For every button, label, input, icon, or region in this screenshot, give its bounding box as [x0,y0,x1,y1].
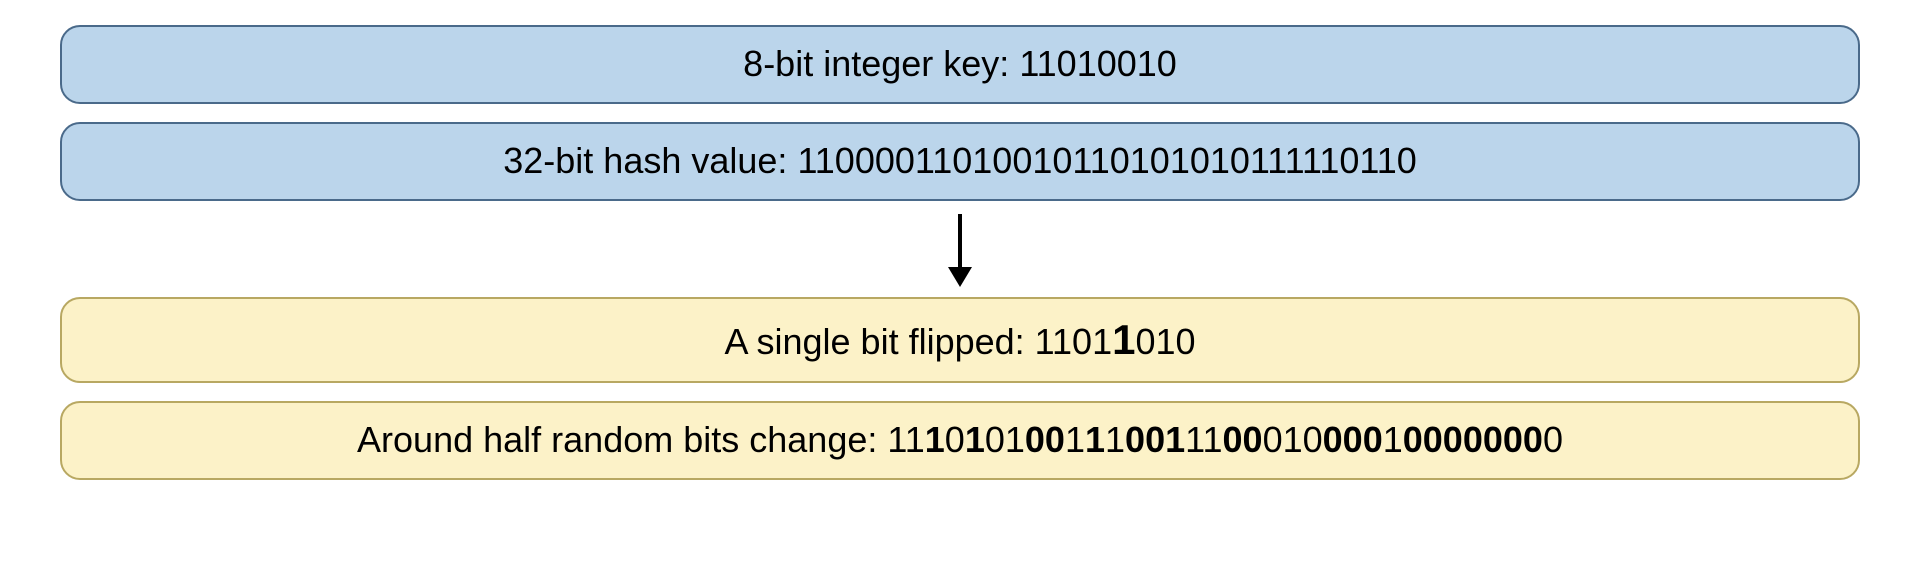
bit-segment: 01 [985,419,1025,460]
bit-segment: 1 [1105,419,1125,460]
flipped-bit: 1 [1112,316,1135,363]
flipped-prefix: 1101 [1035,321,1112,362]
bit-segment: 0 [945,419,965,460]
hash-label: 32-bit hash value: [503,140,797,181]
box-bits-change: Around half random bits change: 11101010… [60,401,1860,480]
bit-segment: 001 [1125,419,1185,460]
bit-segment: 1 [1383,419,1403,460]
bit-segment: 0 [1045,419,1065,460]
box-hash-value: 32-bit hash value: 110000110100101101010… [60,122,1860,201]
bit-segment: 1 [1065,419,1085,460]
bit-segment: 0 [1243,419,1263,460]
bit-segment: 000 [1483,419,1543,460]
arrow-down-icon [940,209,980,289]
arrow-down-container [940,209,980,289]
bit-segment: 1 [925,419,945,460]
box-integer-key: 8-bit integer key: 11010010 [60,25,1860,104]
flipped-label: A single bit flipped: [724,321,1034,362]
bit-segment: 0 [1543,419,1563,460]
key-value: 11010010 [1019,43,1177,84]
flipped-suffix: 010 [1135,321,1195,362]
bit-segment: 0 [1343,419,1363,460]
bit-segment: 0 [1363,419,1383,460]
bit-segment: 1 [965,419,985,460]
bit-segment: 0000 [1403,419,1483,460]
hash-value: 11000011010010110101010111110110 [797,140,1416,181]
key-label: 8-bit integer key: [743,43,1019,84]
bit-segment: 0 [1323,419,1343,460]
bit-segment: 1 [1085,419,1105,460]
bit-segment: 0 [1025,419,1045,460]
bit-segment: 11 [1185,419,1222,460]
bit-segment: 11 [887,419,924,460]
bit-segment: 010 [1263,419,1323,460]
bit-segment: 0 [1223,419,1243,460]
change-bits: 1110101001110011100010000100000000 [887,419,1563,460]
change-label: Around half random bits change: [357,419,887,460]
box-bit-flipped: A single bit flipped: 11011010 [60,297,1860,384]
